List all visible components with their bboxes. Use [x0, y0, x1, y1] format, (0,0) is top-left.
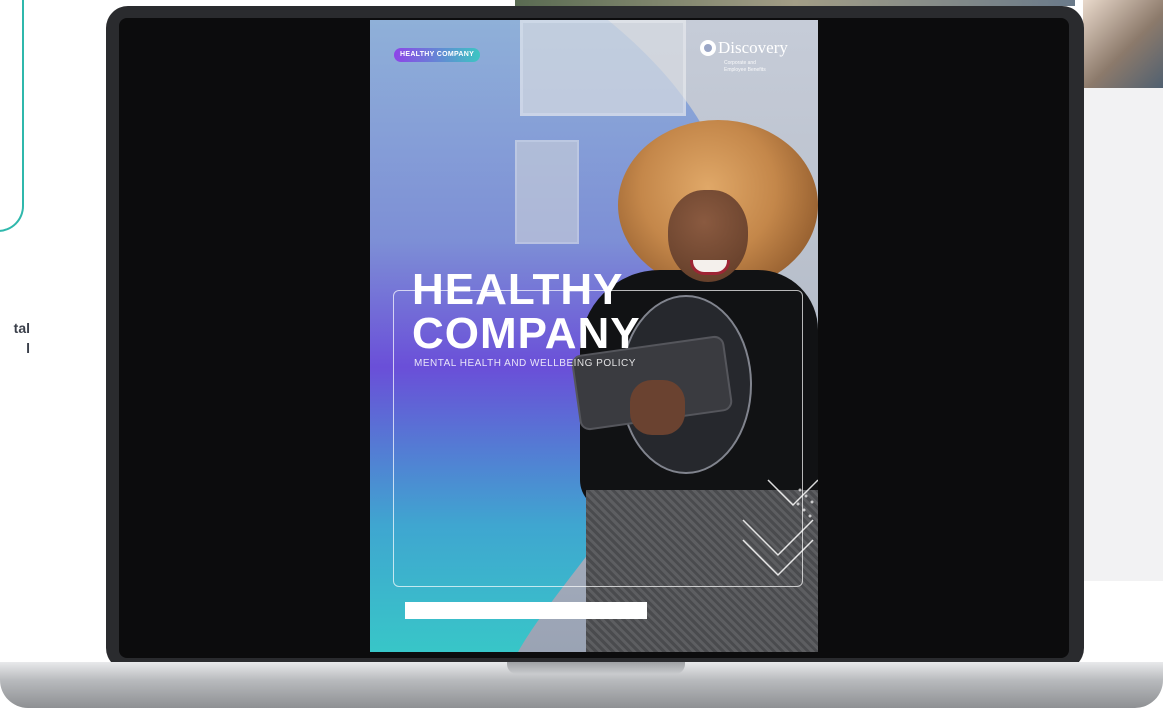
background-panel [1083, 88, 1163, 581]
background-photo-right [1083, 0, 1163, 88]
left-card-outline [0, 0, 24, 232]
laptop-notch [507, 662, 685, 674]
left-partial-text: tal l /. [0, 318, 30, 358]
cover-white-bar [405, 602, 647, 619]
logo-name: Discovery [718, 38, 788, 57]
logo-subline-2: Employee Benefits [724, 67, 766, 73]
wall-frame [520, 20, 686, 116]
left-text-line-2: l [26, 340, 30, 356]
cover-subtitle: MENTAL HEALTH AND WELLBEING POLICY [414, 358, 636, 369]
cover-title-line-1: HEALTHY [412, 265, 624, 314]
wall-frame [515, 140, 579, 244]
chevron-pattern-icon [742, 479, 818, 577]
left-text-line-1: tal [13, 320, 30, 336]
discovery-logo-icon [700, 40, 716, 56]
healthy-company-badge: HEALTHY COMPANY [394, 48, 481, 62]
cover-title-line-2: COMPANY [412, 309, 641, 358]
logo-subline-1: Corporate and [724, 60, 756, 66]
